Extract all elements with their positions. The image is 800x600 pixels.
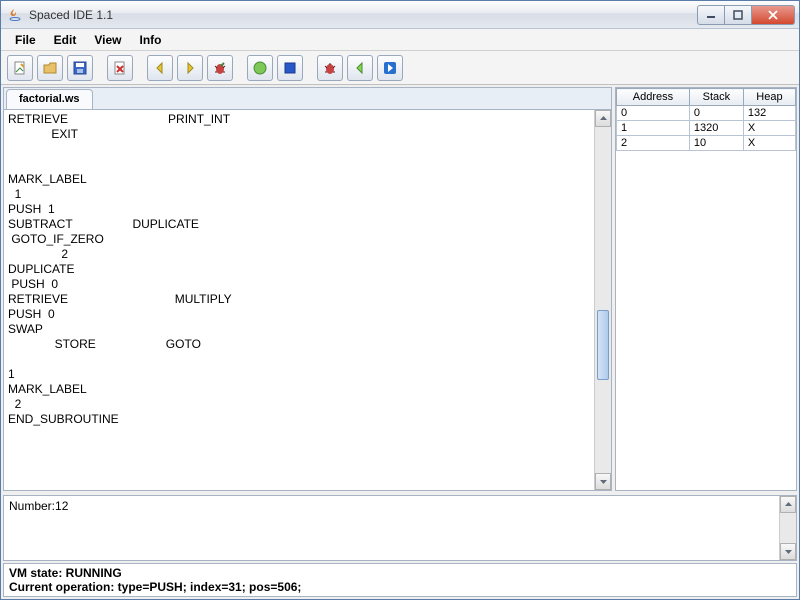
step-back-button[interactable] xyxy=(347,55,373,81)
main-area: factorial.ws RETRIEVE PRINT_INT EXIT MAR… xyxy=(1,85,799,493)
editor-tabs: factorial.ws xyxy=(4,88,611,110)
scroll-down-icon[interactable] xyxy=(595,473,611,490)
bottom-area: Number:12 VM state: RUNNING Current oper… xyxy=(1,493,799,599)
window-controls xyxy=(698,5,795,25)
open-button[interactable] xyxy=(37,55,63,81)
memory-table: Address Stack Heap 00132 11320X 210X xyxy=(616,88,796,151)
window-title: Spaced IDE 1.1 xyxy=(29,8,698,22)
menu-file[interactable]: File xyxy=(7,30,44,50)
memory-pane: Address Stack Heap 00132 11320X 210X xyxy=(615,87,797,491)
app-window: Spaced IDE 1.1 File Edit View Info xyxy=(0,0,800,600)
scroll-down-icon[interactable] xyxy=(780,543,796,560)
menu-edit[interactable]: Edit xyxy=(46,30,85,50)
code-editor[interactable]: RETRIEVE PRINT_INT EXIT MARK_LABEL 1 PUS… xyxy=(4,110,594,490)
save-button[interactable] xyxy=(67,55,93,81)
editor-wrap: RETRIEVE PRINT_INT EXIT MARK_LABEL 1 PUS… xyxy=(4,110,611,490)
table-row[interactable]: 11320X xyxy=(617,121,796,136)
col-stack[interactable]: Stack xyxy=(689,89,743,106)
current-op: Current operation: type=PUSH; index=31; … xyxy=(9,580,791,594)
menubar: File Edit View Info xyxy=(1,29,799,51)
tab-factorial[interactable]: factorial.ws xyxy=(6,89,93,109)
step-forward-button[interactable] xyxy=(377,55,403,81)
scroll-up-icon[interactable] xyxy=(780,496,796,513)
scroll-thumb[interactable] xyxy=(597,310,609,380)
table-row[interactable]: 210X xyxy=(617,136,796,151)
status-bar: VM state: RUNNING Current operation: typ… xyxy=(3,563,797,597)
minimize-button[interactable] xyxy=(697,5,725,25)
stop-button[interactable] xyxy=(277,55,303,81)
col-address[interactable]: Address xyxy=(617,89,690,106)
scroll-up-icon[interactable] xyxy=(595,110,611,127)
editor-scrollbar[interactable] xyxy=(594,110,611,490)
output-scrollbar[interactable] xyxy=(779,496,796,560)
editor-pane: factorial.ws RETRIEVE PRINT_INT EXIT MAR… xyxy=(3,87,612,491)
debug-button[interactable] xyxy=(317,55,343,81)
debug-start-button[interactable] xyxy=(207,55,233,81)
output-pane: Number:12 xyxy=(3,495,797,561)
run-button[interactable] xyxy=(247,55,273,81)
vm-state: VM state: RUNNING xyxy=(9,566,791,580)
col-heap[interactable]: Heap xyxy=(743,89,795,106)
forward-button[interactable] xyxy=(177,55,203,81)
table-row[interactable]: 00132 xyxy=(617,106,796,121)
maximize-button[interactable] xyxy=(724,5,752,25)
close-button[interactable] xyxy=(751,5,795,25)
delete-button[interactable] xyxy=(107,55,133,81)
toolbar xyxy=(1,51,799,85)
output-text[interactable]: Number:12 xyxy=(4,496,779,560)
new-file-button[interactable] xyxy=(7,55,33,81)
java-icon xyxy=(7,7,23,23)
back-button[interactable] xyxy=(147,55,173,81)
titlebar[interactable]: Spaced IDE 1.1 xyxy=(1,1,799,29)
menu-info[interactable]: Info xyxy=(131,30,169,50)
menu-view[interactable]: View xyxy=(86,30,129,50)
